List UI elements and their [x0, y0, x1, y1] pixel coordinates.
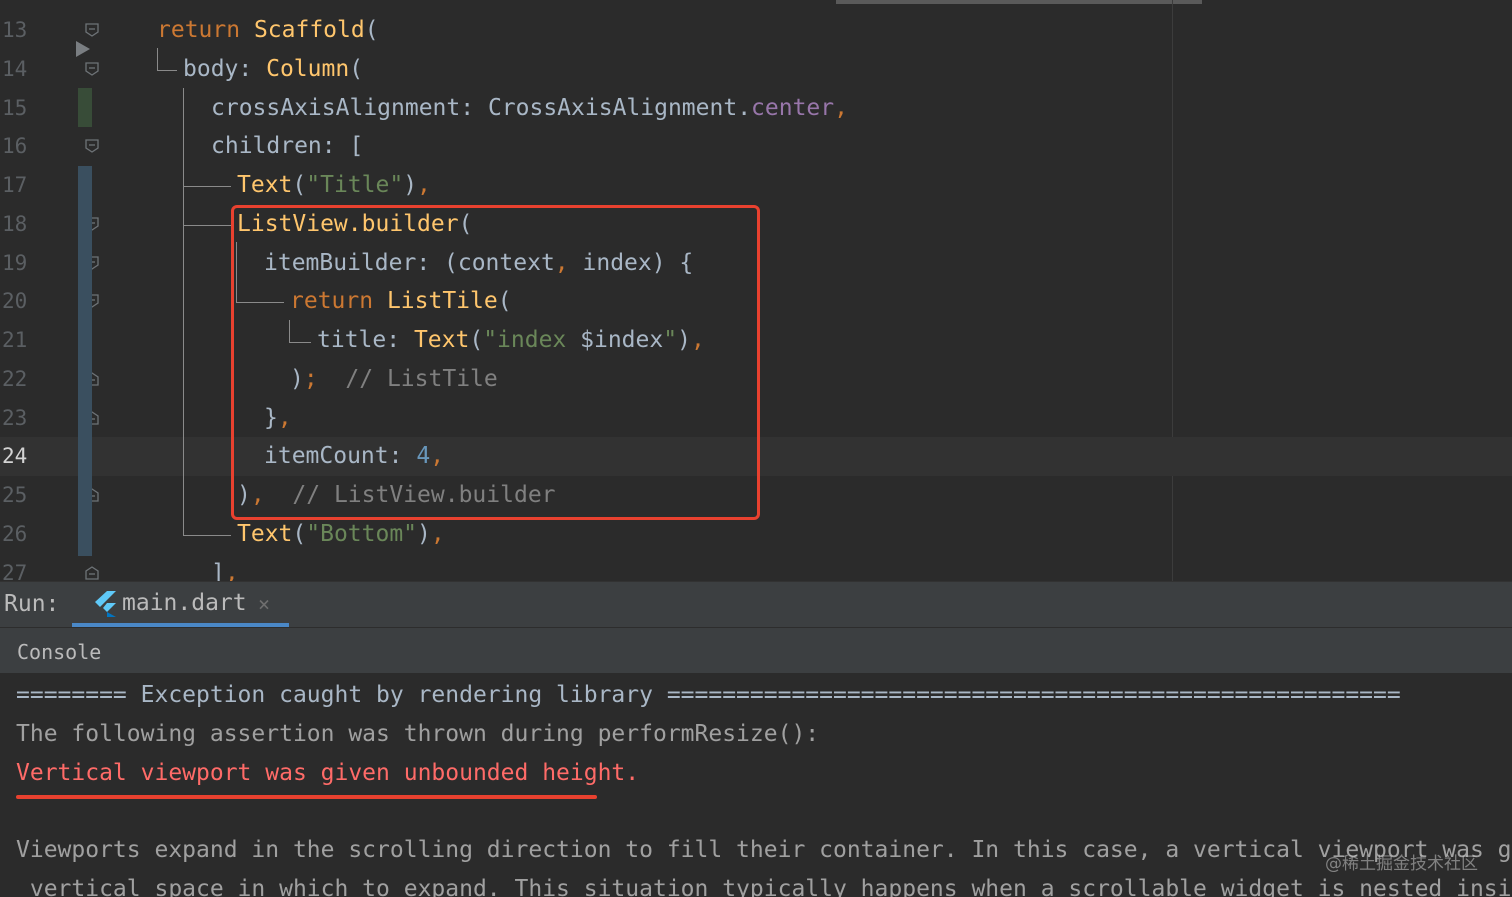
code-token: Text — [237, 172, 293, 198]
console-line: vertical space in which to expand. This … — [16, 876, 1512, 897]
code-token: center — [751, 94, 835, 121]
line-number: 18 — [2, 211, 28, 236]
code-token: Text — [237, 520, 293, 547]
vcs-added-marker — [78, 88, 92, 127]
code-token: ) — [403, 172, 418, 198]
code-token: ( — [292, 172, 307, 198]
line-number: 25 — [2, 483, 28, 507]
run-toolbar: Run: main.dart × — [0, 581, 1512, 627]
code-text: body: Column( — [183, 55, 363, 83]
code-line[interactable]: 14 body: Column( — [0, 50, 1512, 89]
code-token: Column — [266, 55, 350, 82]
code-token: "Title" — [306, 172, 404, 198]
code-editor[interactable]: 13 return Scaffold(14 body: Column(15 cross… — [0, 0, 1512, 581]
line-number: 27 — [2, 560, 28, 582]
code-token: ] — [211, 559, 225, 582]
fold-open-icon[interactable] — [85, 23, 99, 37]
code-token: Scaffold — [253, 17, 365, 43]
code-token: , — [417, 172, 431, 198]
indent-guide — [183, 88, 184, 536]
code-token: , — [834, 94, 848, 121]
code-token: children: [ — [211, 133, 364, 160]
tab-main-dart[interactable]: main.dart × — [72, 582, 288, 627]
vcs-modified-marker — [78, 166, 92, 556]
line-number: 20 — [2, 289, 28, 314]
code-text: ], — [211, 559, 239, 582]
highlight-box — [231, 205, 760, 520]
indent-guide — [157, 70, 177, 71]
code-token: crossAxisAlignment: CrossAxisAlignment. — [211, 94, 752, 121]
code-token: ) — [417, 520, 431, 547]
line-number: 24 — [2, 444, 28, 469]
code-text: Text("Bottom"), — [237, 520, 445, 548]
console-line: The following assertion was thrown durin… — [16, 721, 820, 747]
line-number: 13 — [2, 18, 28, 42]
line-number: 14 — [2, 56, 28, 81]
tab-label: main.dart — [122, 590, 247, 616]
code-token: ( — [292, 520, 307, 547]
fold-close-icon[interactable] — [85, 565, 99, 580]
code-line[interactable]: 27], — [0, 554, 1512, 582]
indent-guide — [157, 48, 158, 70]
line-number: 16 — [2, 134, 28, 159]
indent-guide — [183, 186, 231, 187]
watermark: @稀土掘金技术社区 — [1325, 854, 1478, 874]
console-line: Viewports expand in the scrolling direct… — [16, 837, 1512, 863]
close-icon[interactable]: × — [258, 592, 270, 616]
code-token: return — [157, 17, 254, 43]
code-text: children: [ — [211, 132, 363, 160]
code-text: return Scaffold( — [157, 16, 379, 44]
console-line: ======== Exception caught by rendering l… — [16, 682, 1401, 708]
code-text: crossAxisAlignment: CrossAxisAlignment.c… — [211, 94, 848, 122]
fold-open-icon[interactable] — [85, 62, 99, 76]
code-token: , — [430, 520, 445, 547]
tab-console[interactable]: Console — [17, 640, 101, 664]
code-line[interactable]: 15 crossAxisAlignment: CrossAxisAlignment… — [0, 89, 1512, 128]
line-number: 22 — [2, 366, 28, 391]
error-underline — [16, 795, 597, 799]
line-number: 23 — [2, 405, 28, 430]
code-token: , — [224, 559, 239, 582]
code-token: "Bottom" — [306, 520, 418, 547]
line-number: 15 — [2, 95, 28, 120]
line-number: 19 — [2, 250, 28, 275]
line-number: 21 — [2, 328, 28, 352]
indent-guide — [183, 535, 231, 536]
flutter-icon — [94, 591, 116, 617]
console-tab-bar: Console — [0, 627, 1512, 674]
code-line[interactable]: 13 return Scaffold( — [0, 11, 1512, 50]
run-label: Run: — [4, 591, 60, 617]
console-error-line: Vertical viewport was given unbounded he… — [16, 760, 640, 786]
code-token: ( — [349, 55, 364, 82]
console-output[interactable]: ======== Exception caught by rendering l… — [0, 673, 1512, 897]
indent-guide — [183, 225, 231, 226]
fold-open-icon[interactable] — [85, 139, 99, 154]
code-line[interactable]: 16 children: [ — [0, 127, 1512, 166]
line-number: 26 — [2, 521, 28, 546]
code-token: body: — [183, 55, 267, 82]
line-number: 17 — [2, 173, 28, 197]
code-text: Text("Title"), — [237, 171, 431, 199]
code-token: ( — [364, 17, 379, 43]
horizontal-scrollbar[interactable] — [836, 0, 1202, 4]
